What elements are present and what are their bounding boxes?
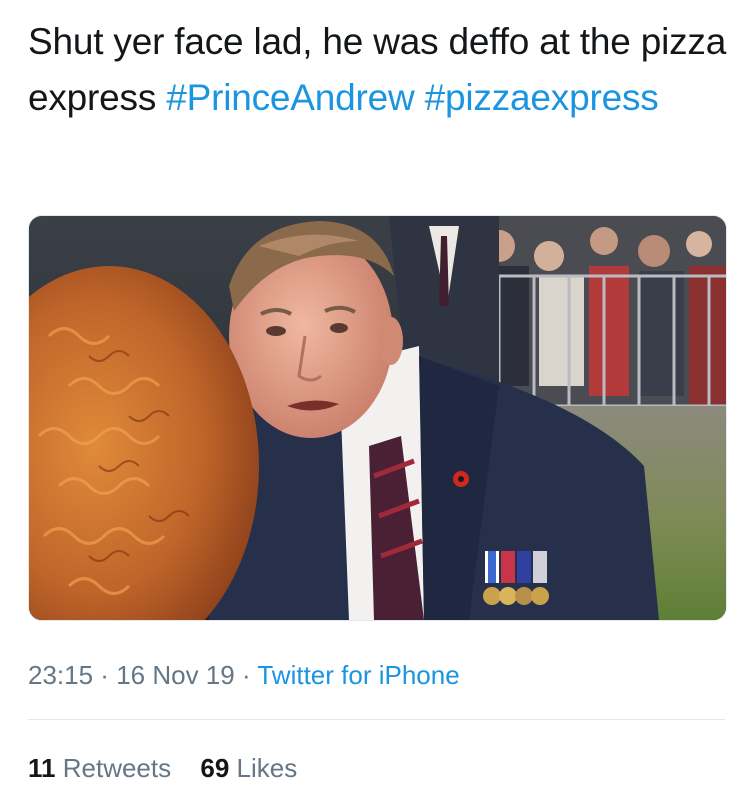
photo-image	[29, 216, 726, 620]
tweet-source-link[interactable]: Twitter for iPhone	[257, 660, 459, 690]
retweets-label: Retweets	[62, 753, 172, 783]
tweet-stats: 11 Retweets 69 Likes	[28, 748, 319, 788]
retweets-stat[interactable]: 11 Retweets	[28, 753, 171, 783]
divider	[28, 719, 725, 720]
retweets-count: 11	[28, 753, 56, 783]
meta-separator: ·	[93, 660, 117, 690]
tweet-meta: 23:15 · 16 Nov 19 · Twitter for iPhone	[28, 655, 460, 695]
tweet-text: Shut yer face lad, he was deffo at the p…	[28, 14, 728, 126]
likes-label: Likes	[236, 753, 298, 783]
tweet-time[interactable]: 23:15	[28, 660, 93, 690]
likes-stat[interactable]: 69 Likes	[200, 753, 297, 783]
likes-count: 69	[200, 753, 230, 783]
meta-separator-2: ·	[234, 660, 258, 690]
hashtag-pizza-express[interactable]: #pizzaexpress	[425, 77, 659, 118]
hashtag-prince-andrew[interactable]: #PrinceAndrew	[166, 77, 415, 118]
tweet-photo[interactable]	[28, 215, 727, 621]
tweet-date[interactable]: 16 Nov 19	[116, 660, 235, 690]
